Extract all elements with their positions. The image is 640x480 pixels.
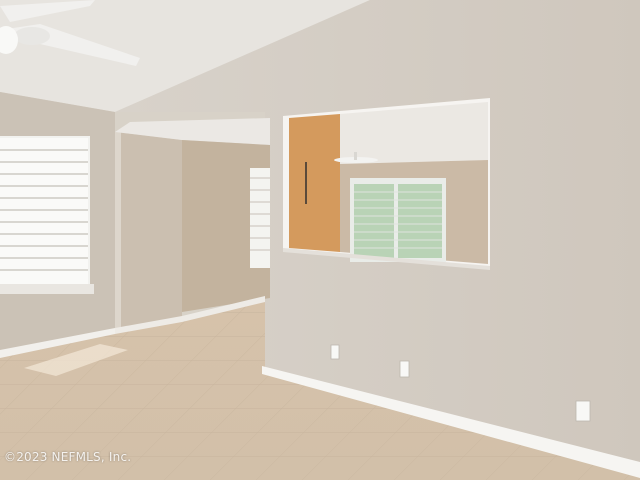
left-window <box>0 136 94 294</box>
room-illustration <box>0 0 640 480</box>
wall-outlet <box>399 360 410 378</box>
pillar-face <box>115 132 121 332</box>
wall-outlet <box>330 344 340 360</box>
hallway-window <box>250 168 270 268</box>
wall-outlet <box>575 400 591 422</box>
pass-through-opening <box>283 98 490 270</box>
pillar <box>115 132 182 332</box>
watermark: ©2023 NEFMLS, Inc. <box>4 450 132 464</box>
room-photo: ©2023 NEFMLS, Inc. <box>0 0 640 480</box>
